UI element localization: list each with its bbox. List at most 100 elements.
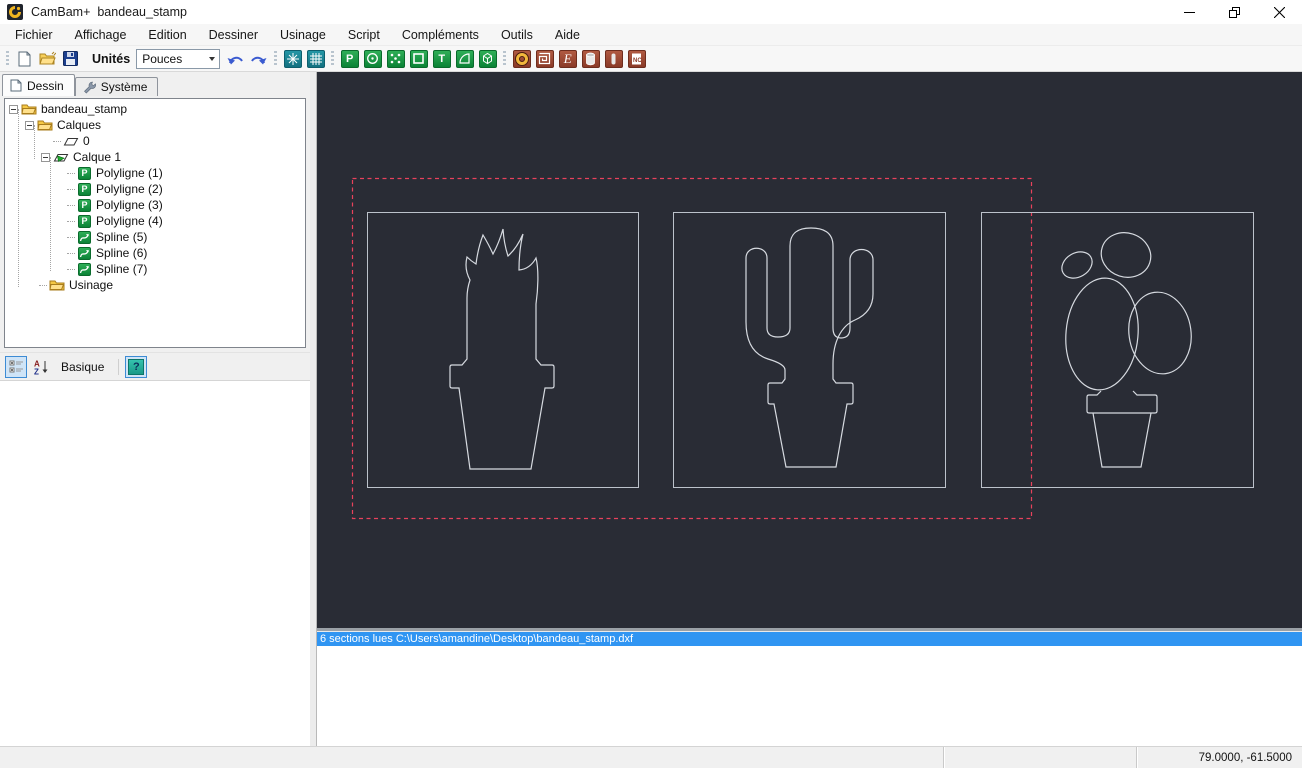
tab-systeme[interactable]: Système — [74, 77, 159, 96]
menu-edition[interactable]: Edition — [137, 25, 197, 45]
cactus-pad[interactable] — [1095, 226, 1156, 283]
tree-node-polyline-4[interactable]: P Polyligne (4) — [5, 213, 305, 229]
tree-node-spline-7[interactable]: Spline (7) — [5, 261, 305, 277]
close-icon — [1274, 6, 1285, 18]
tree-node-spline-5[interactable]: Spline (5) — [5, 229, 305, 245]
help-button[interactable]: ? — [125, 355, 148, 378]
rectangle-icon — [413, 53, 425, 64]
layer-icon — [63, 138, 79, 146]
tree-node-label: Polyligne (1) — [96, 166, 163, 180]
tree-node-root[interactable]: bandeau_stamp — [5, 101, 305, 117]
toolbar-grip[interactable] — [331, 50, 335, 67]
collapse-icon[interactable] — [25, 120, 34, 130]
cactus-pad[interactable] — [1057, 247, 1097, 284]
message-log[interactable]: 6 sections lues C:\Users\amandine\Deskto… — [317, 632, 1302, 746]
restore-button[interactable] — [1212, 0, 1257, 24]
folder-icon — [49, 280, 65, 291]
tree-connector — [67, 188, 75, 190]
menu-script[interactable]: Script — [337, 25, 391, 45]
menu-dessiner[interactable]: Dessiner — [198, 25, 269, 45]
properties-panel[interactable] — [0, 380, 310, 746]
open-file-icon — [39, 51, 56, 65]
undo-icon — [227, 56, 244, 64]
open-file-button[interactable] — [38, 49, 57, 68]
collapse-icon[interactable] — [41, 152, 50, 162]
points-icon — [390, 53, 401, 64]
spline-cactus-1[interactable] — [449, 228, 555, 470]
nc-file-icon: NC — [632, 53, 643, 64]
tree-node-spline-6[interactable]: Spline (6) — [5, 245, 305, 261]
wrench-icon — [83, 81, 96, 94]
draw-arc-button[interactable] — [455, 49, 474, 68]
save-button[interactable] — [61, 49, 80, 68]
spline-cactus-2[interactable] — [745, 227, 874, 468]
profile-toolpath-button[interactable] — [512, 49, 531, 68]
drawing-tab-icon — [10, 79, 22, 92]
draw-surface-button[interactable] — [478, 49, 497, 68]
tree-node-polyline-2[interactable]: P Polyligne (2) — [5, 181, 305, 197]
az-sort-button[interactable]: A Z — [30, 356, 52, 378]
tab-dessin[interactable]: Dessin — [2, 74, 75, 96]
grid-toggle-button[interactable] — [306, 49, 325, 68]
spline-cactus-3[interactable] — [1057, 226, 1197, 468]
help-icon: ? — [128, 358, 145, 375]
axes-toggle-button[interactable] — [283, 49, 302, 68]
nc-file-button[interactable]: NC — [627, 49, 646, 68]
units-combobox[interactable]: Pouces — [136, 48, 221, 69]
drawing-canvas[interactable] — [317, 72, 1302, 628]
lathe-toolpath-icon — [611, 53, 616, 64]
draw-points-button[interactable] — [386, 49, 405, 68]
tree-node-calque-1[interactable]: Calque 1 — [5, 149, 305, 165]
folder-icon — [21, 104, 37, 115]
draw-text-button[interactable]: T — [432, 49, 451, 68]
tree-node-layer-0[interactable]: 0 — [5, 133, 305, 149]
cactus-pad[interactable] — [1124, 288, 1197, 378]
cactus-pad[interactable] — [1061, 275, 1142, 393]
polyline-frame-3[interactable] — [981, 212, 1254, 488]
toolbar-grip[interactable] — [6, 50, 9, 67]
drill-toolpath-button[interactable] — [581, 49, 600, 68]
new-file-button[interactable] — [15, 49, 34, 68]
menu-affichage[interactable]: Affichage — [64, 25, 138, 45]
draw-polyline-button[interactable]: P — [340, 49, 359, 68]
menu-fichier[interactable]: Fichier — [4, 25, 64, 45]
circle-icon — [367, 53, 379, 64]
close-button[interactable] — [1257, 0, 1302, 24]
lathe-toolpath-button[interactable] — [604, 49, 623, 68]
engrave-toolpath-icon: E — [563, 50, 572, 66]
panel-splitter[interactable] — [310, 72, 317, 746]
redo-button[interactable] — [249, 49, 268, 68]
pocket-toolpath-button[interactable] — [535, 49, 554, 68]
tree-node-calques[interactable]: Calques — [5, 117, 305, 133]
draw-circle-button[interactable] — [363, 49, 382, 68]
polyline-frame-1[interactable] — [367, 212, 639, 488]
tree-node-polyline-1[interactable]: P Polyligne (1) — [5, 165, 305, 181]
pot-rim[interactable] — [1086, 390, 1158, 414]
title-bar: CamBam+ bandeau_stamp — [0, 0, 1302, 24]
new-file-icon — [18, 51, 31, 66]
polyline-frame-2[interactable] — [673, 212, 946, 488]
tree-node-label: 0 — [83, 134, 90, 148]
menu-usinage[interactable]: Usinage — [269, 25, 337, 45]
undo-button[interactable] — [226, 49, 245, 68]
menu-complements[interactable]: Compléments — [391, 25, 490, 45]
log-message-selected[interactable]: 6 sections lues C:\Users\amandine\Deskto… — [317, 632, 1302, 646]
menu-outils[interactable]: Outils — [490, 25, 544, 45]
tree-node-usinage[interactable]: Usinage — [5, 277, 305, 293]
menu-aide[interactable]: Aide — [544, 25, 591, 45]
tree-node-polyline-3[interactable]: P Polyligne (3) — [5, 197, 305, 213]
az-sort-icon: A Z — [34, 359, 48, 375]
drawing-viewport[interactable] — [317, 72, 1302, 628]
combo-dropdown-icon[interactable] — [204, 50, 219, 68]
engrave-toolpath-button[interactable]: E — [558, 49, 577, 68]
minimize-button[interactable] — [1167, 0, 1212, 24]
tree-connector — [67, 204, 75, 206]
draw-rectangle-button[interactable] — [409, 49, 428, 68]
toolbar-grip[interactable] — [503, 50, 507, 67]
pot-body[interactable] — [1092, 412, 1152, 468]
toolbar-grip[interactable] — [274, 50, 278, 67]
collapse-icon[interactable] — [9, 104, 18, 114]
categorized-view-button[interactable] — [5, 355, 27, 378]
tree-node-label: Spline (7) — [96, 262, 148, 276]
properties-toolbar: A Z Basique ? — [0, 352, 310, 380]
